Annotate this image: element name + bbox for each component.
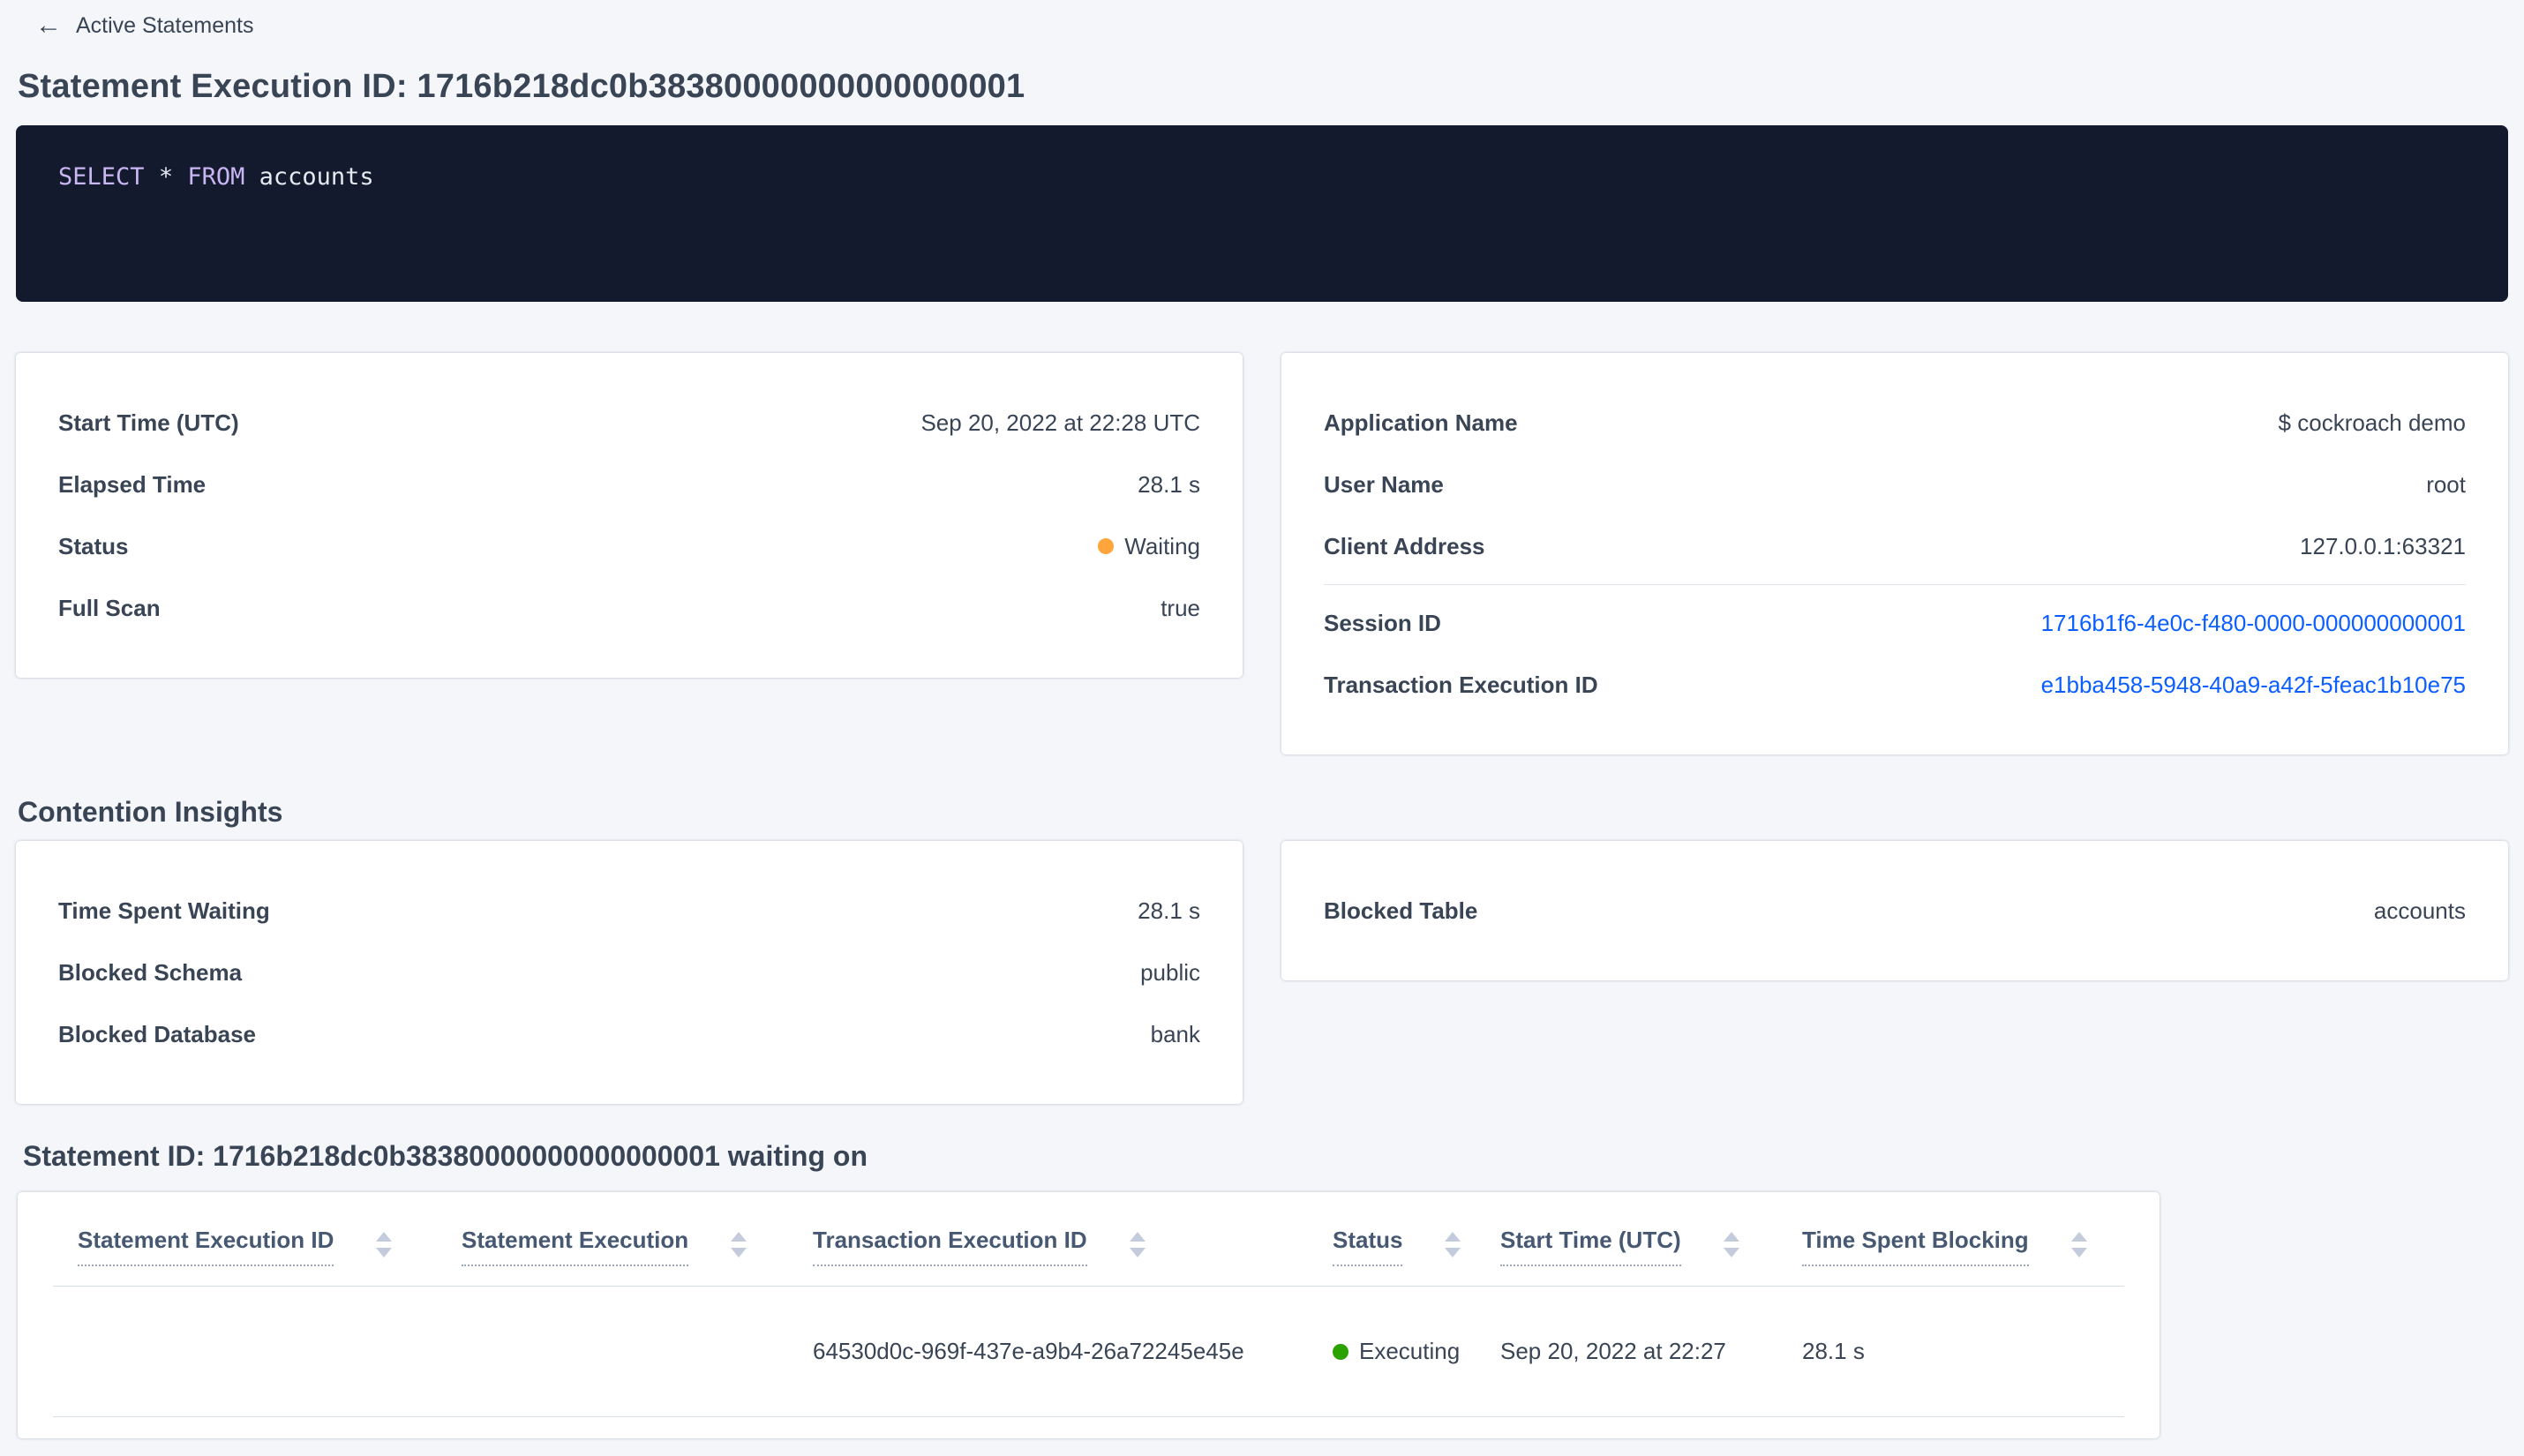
kv-value: accounts	[2373, 897, 2466, 924]
page-title: Statement Execution ID: 1716b218dc0b3838…	[18, 68, 1025, 105]
kv-label: Application Name	[1324, 409, 1518, 436]
kv-value: Sep 20, 2022 at 22:28 UTC	[920, 409, 1200, 436]
kv-value: public	[1140, 958, 1200, 986]
kv-label: User Name	[1324, 470, 1444, 498]
sort-icon	[1445, 1232, 1461, 1257]
kv-label: Blocked Database	[58, 1020, 256, 1047]
column-label: Status	[1333, 1226, 1403, 1266]
sql-table-name: accounts	[259, 163, 374, 191]
kv-row-session-id: Session ID 1716b1f6-4e0c-f480-0000-00000…	[1324, 592, 2466, 654]
kv-label: Transaction Execution ID	[1324, 671, 1598, 698]
kv-label: Blocked Table	[1324, 897, 1478, 924]
kv-row-blocked-schema: Blocked Schema public	[58, 942, 1200, 1003]
contention-section: Time Spent Waiting 28.1 s Blocked Schema…	[16, 841, 2508, 1104]
sort-icon	[1723, 1232, 1739, 1257]
blocked-table-card: Blocked Table accounts	[1281, 841, 2508, 980]
column-header-start-time[interactable]: Start Time (UTC)	[1500, 1192, 1802, 1287]
cell-start-time: Sep 20, 2022 at 22:27	[1500, 1286, 1802, 1417]
cell-transaction-execution-id: 64530d0c-969f-437e-a9b4-26a72245e45e	[813, 1286, 1333, 1417]
kv-value: root	[2426, 470, 2466, 498]
kv-label: Time Spent Waiting	[58, 897, 270, 924]
sort-icon	[1129, 1232, 1146, 1257]
sort-icon	[731, 1232, 747, 1257]
kv-label: Session ID	[1324, 609, 1441, 636]
cell-statement-execution	[462, 1286, 813, 1417]
cell-time-spent-blocking: 28.1 s	[1802, 1286, 2124, 1417]
status-value: Waiting	[1098, 533, 1200, 560]
sql-keyword: SELECT	[58, 163, 145, 191]
kv-value: bank	[1150, 1020, 1200, 1047]
kv-value: 127.0.0.1:63321	[2300, 532, 2466, 559]
sql-operator: *	[158, 163, 174, 191]
kv-row-blocked-database: Blocked Database bank	[58, 1003, 1200, 1065]
kv-value: true	[1161, 594, 1200, 621]
statement-execution-details-page: ← Active Statements Statement Execution …	[0, 0, 2524, 1456]
column-label: Time Spent Blocking	[1802, 1226, 2029, 1266]
status-executing-dot-icon	[1333, 1343, 1348, 1360]
column-label: Start Time (UTC)	[1500, 1226, 1681, 1266]
waiting-on-table: Statement Execution ID Statement Executi…	[53, 1192, 2124, 1417]
column-label: Statement Execution ID	[78, 1226, 334, 1266]
kv-row-client-address: Client Address 127.0.0.1:63321	[1324, 515, 2466, 577]
status-text: Waiting	[1124, 532, 1200, 559]
column-header-time-spent-blocking[interactable]: Time Spent Blocking	[1802, 1192, 2124, 1287]
column-label: Statement Execution	[462, 1226, 689, 1266]
back-link[interactable]: ← Active Statements	[35, 11, 2508, 41]
kv-label: Start Time (UTC)	[58, 409, 239, 436]
cell-statement-execution-id	[53, 1286, 462, 1417]
kv-row-status: Status Waiting	[58, 515, 1200, 577]
kv-label: Status	[58, 532, 129, 559]
column-label: Transaction Execution ID	[813, 1226, 1087, 1266]
kv-row-user-name: User Name root	[1324, 454, 2466, 515]
column-header-transaction-execution-id[interactable]: Transaction Execution ID	[813, 1192, 1333, 1287]
kv-label: Blocked Schema	[58, 958, 243, 986]
contention-details-card: Time Spent Waiting 28.1 s Blocked Schema…	[16, 841, 1243, 1104]
kv-value: 28.1 s	[1138, 897, 1200, 924]
kv-label: Client Address	[1324, 532, 1485, 559]
waiting-on-heading: Statement ID: 1716b218dc0b38380000000000…	[23, 1140, 868, 1172]
card-divider	[1324, 584, 2466, 585]
session-id-link[interactable]: 1716b1f6-4e0c-f480-0000-000000000001	[2041, 610, 2466, 637]
execution-summary-card: Start Time (UTC) Sep 20, 2022 at 22:28 U…	[16, 353, 1243, 678]
kv-label: Elapsed Time	[58, 470, 207, 498]
transaction-execution-id-link[interactable]: e1bba458-5948-40a9-a42f-5feac1b10e75	[2041, 672, 2466, 699]
column-header-statement-execution-id[interactable]: Statement Execution ID	[53, 1192, 462, 1287]
session-summary-card: Application Name $ cockroach demo User N…	[1281, 353, 2508, 754]
kv-row-full-scan: Full Scan true	[58, 577, 1200, 639]
kv-row-start-time: Start Time (UTC) Sep 20, 2022 at 22:28 U…	[58, 392, 1200, 454]
column-header-statement-execution[interactable]: Statement Execution	[462, 1192, 813, 1287]
table-header-row: Statement Execution ID Statement Executi…	[53, 1192, 2124, 1287]
sql-statement-box: SELECT * FROM accounts	[16, 125, 2508, 302]
back-arrow-icon: ←	[35, 11, 62, 40]
overview-section: Start Time (UTC) Sep 20, 2022 at 22:28 U…	[16, 353, 2508, 754]
kv-value: $ cockroach demo	[2278, 409, 2466, 436]
kv-row-blocked-table: Blocked Table accounts	[1324, 880, 2466, 942]
kv-label: Full Scan	[58, 594, 161, 621]
kv-row-time-spent-waiting: Time Spent Waiting 28.1 s	[58, 880, 1200, 942]
status-text: Executing	[1359, 1338, 1461, 1364]
back-link-label: Active Statements	[76, 12, 254, 38]
sort-icon	[2070, 1232, 2087, 1257]
kv-value: 28.1 s	[1138, 470, 1200, 498]
contention-insights-heading: Contention Insights	[18, 796, 283, 828]
column-header-status[interactable]: Status	[1333, 1192, 1500, 1287]
status-waiting-dot-icon	[1098, 538, 1115, 554]
kv-row-transaction-execution-id: Transaction Execution ID e1bba458-5948-4…	[1324, 654, 2466, 716]
sort-icon	[376, 1232, 393, 1257]
sql-keyword: FROM	[187, 163, 245, 191]
waiting-on-table-card: Statement Execution ID Statement Executi…	[18, 1192, 2160, 1438]
kv-row-application-name: Application Name $ cockroach demo	[1324, 392, 2466, 454]
cell-status: Executing	[1333, 1286, 1500, 1417]
table-row: 64530d0c-969f-437e-a9b4-26a72245e45e Exe…	[53, 1286, 2124, 1417]
kv-row-elapsed-time: Elapsed Time 28.1 s	[58, 454, 1200, 515]
